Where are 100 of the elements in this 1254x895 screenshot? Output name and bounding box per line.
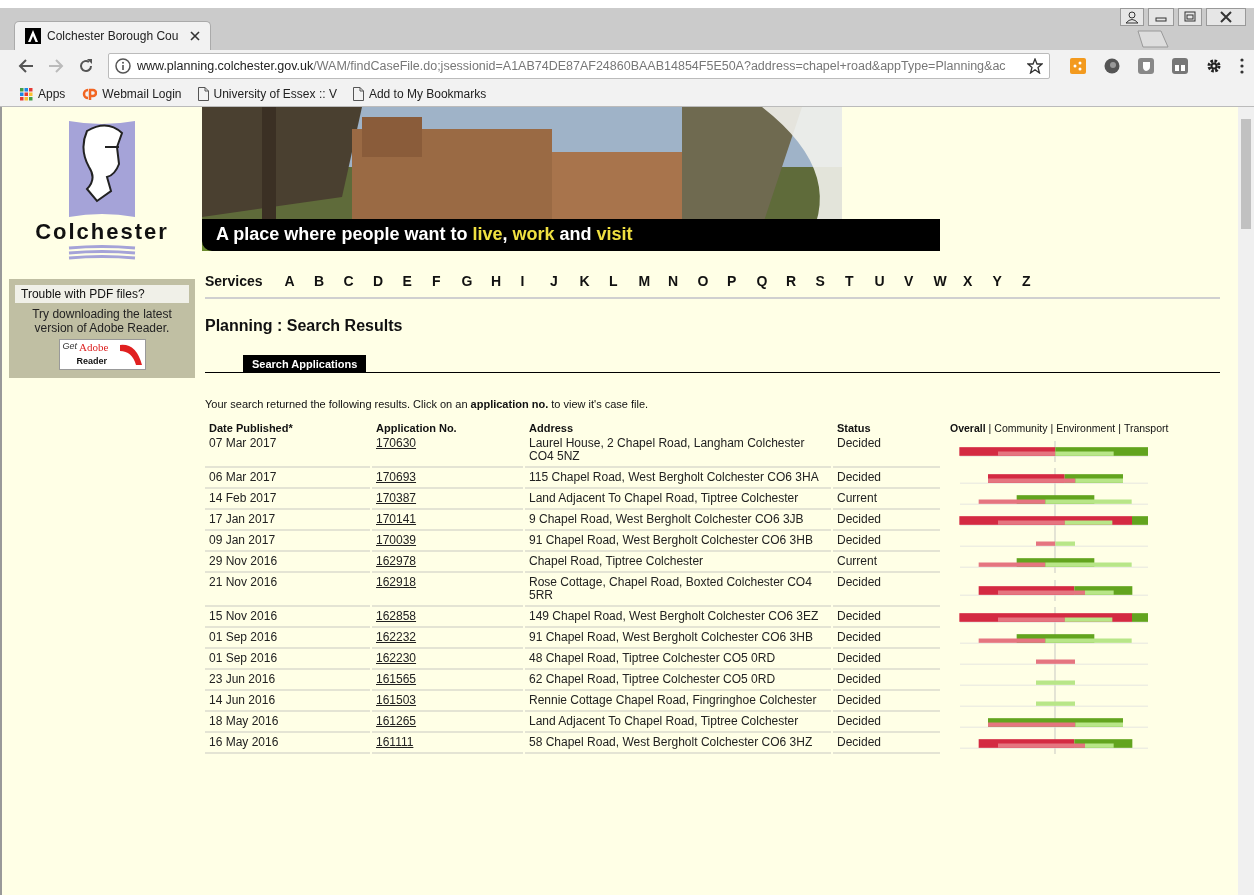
letter-link[interactable]: L <box>609 273 639 289</box>
page-icon <box>197 87 209 101</box>
letter-link[interactable]: X <box>963 273 993 289</box>
letter-link[interactable]: P <box>727 273 757 289</box>
banner-caption: A place where people want to live, work and visit <box>202 219 940 251</box>
application-link[interactable]: 162232 <box>376 630 417 644</box>
application-link[interactable]: 162978 <box>376 554 417 568</box>
application-link[interactable]: 161503 <box>376 693 417 707</box>
extension-icon[interactable] <box>1104 58 1120 74</box>
extension-icon[interactable] <box>1172 58 1188 74</box>
close-icon[interactable] <box>190 31 200 41</box>
favicon-icon <box>25 28 41 44</box>
application-link[interactable]: 161565 <box>376 672 417 686</box>
letter-link[interactable]: H <box>491 273 521 289</box>
reload-icon[interactable] <box>78 58 94 74</box>
table-cell: Decided <box>833 434 940 468</box>
letter-link[interactable]: T <box>845 273 875 289</box>
logo-emblem-icon <box>67 119 137 219</box>
separator-text: | <box>1118 422 1121 434</box>
menu-icon[interactable] <box>1240 58 1244 74</box>
page-icon <box>352 87 364 101</box>
table-cell: 23 Jun 2016 <box>205 670 370 691</box>
get-adobe-reader-link[interactable]: Get Adobe Reader <box>58 339 146 370</box>
letter-link[interactable]: Y <box>992 273 1023 289</box>
column-header: Address <box>528 421 575 434</box>
application-link[interactable]: 162918 <box>376 575 417 589</box>
chart-tab[interactable]: Overall <box>950 422 986 434</box>
search-applications-tab[interactable]: Search Applications <box>243 355 367 372</box>
letter-link[interactable]: F <box>432 273 462 289</box>
table-cell: 09 Jan 2017 <box>205 531 370 552</box>
letter-link[interactable]: S <box>815 273 846 289</box>
letter-link[interactable]: Z <box>1022 273 1052 289</box>
application-link[interactable]: 162230 <box>376 651 417 665</box>
application-link[interactable]: 161265 <box>376 714 417 728</box>
results-intro-text: Your search returned the following results. Click on an application no. to view it's case file. <box>205 398 650 410</box>
back-icon[interactable] <box>18 58 34 74</box>
table-cell: Land Adjacent To Chapel Road, Tiptree Colchester <box>525 489 831 510</box>
table-cell: Current <box>833 489 940 510</box>
application-link[interactable]: 162858 <box>376 609 417 623</box>
letter-link[interactable]: U <box>874 273 905 289</box>
table-cell: Laurel House, 2 Chapel Road, Langham Colchester CO4 5NZ <box>525 434 831 468</box>
apps-grid-icon <box>20 87 33 101</box>
maximize-icon[interactable] <box>1178 8 1202 26</box>
browser-tab[interactable]: Colchester Borough Cou <box>14 21 211 50</box>
letter-link[interactable]: V <box>904 273 934 289</box>
letter-link[interactable]: K <box>579 273 610 289</box>
wave-lines-icon <box>67 245 137 261</box>
bookmark-link[interactable]: Add to My Bookmarks <box>352 87 487 101</box>
table-cell: 9 Chapel Road, West Bergholt Colchester CO6 3JB <box>525 510 831 531</box>
extension-icon[interactable] <box>1138 58 1154 74</box>
star-icon[interactable] <box>1027 58 1043 74</box>
table-cell: Decided <box>833 531 940 552</box>
chart-tab[interactable]: Community <box>994 422 1048 434</box>
table-cell: Decided <box>833 712 940 733</box>
application-link[interactable]: 170630 <box>376 436 417 450</box>
table-cell: 58 Chapel Road, West Bergholt Colchester CO6 3HZ <box>525 733 831 754</box>
letter-link[interactable]: Q <box>756 273 787 289</box>
letter-link[interactable]: B <box>314 273 344 289</box>
table-cell: Current <box>833 552 940 573</box>
scrollbar[interactable] <box>1238 107 1254 895</box>
table-cell: Rennie Cottage Chapel Road, Fingringhoe Colchester <box>525 691 831 712</box>
settings-icon[interactable] <box>1206 58 1222 74</box>
application-link[interactable]: 170141 <box>376 512 417 526</box>
pdf-help-text: Try downloading the latest version of Adobe Reader. <box>31 307 173 335</box>
letter-link[interactable]: J <box>550 273 580 289</box>
chart-tab[interactable]: Environment <box>1056 422 1116 434</box>
letter-link[interactable]: O <box>697 273 728 289</box>
letter-link[interactable]: D <box>373 273 403 289</box>
letter-link[interactable]: M <box>638 273 669 289</box>
letter-link[interactable]: N <box>668 273 698 289</box>
user-icon[interactable] <box>1120 8 1144 26</box>
application-link[interactable]: 170387 <box>376 491 417 505</box>
services-link[interactable]: Services <box>205 273 263 289</box>
letter-link[interactable]: R <box>786 273 816 289</box>
letter-link[interactable]: G <box>461 273 492 289</box>
letter-link[interactable]: W <box>933 273 964 289</box>
webmail-icon <box>81 88 98 100</box>
letter-link[interactable]: C <box>343 273 374 289</box>
letter-link[interactable]: A <box>284 273 315 289</box>
application-link[interactable]: 161111 <box>376 735 414 749</box>
letter-link[interactable]: I <box>520 273 551 289</box>
bookmark-link[interactable]: University of Essex :: V <box>197 87 337 101</box>
application-link[interactable]: 170039 <box>376 533 417 547</box>
chart-tab[interactable]: Transport <box>1123 422 1169 434</box>
scrollbar-thumb[interactable] <box>1241 119 1251 229</box>
address-bar[interactable]: www.planning.colchester.gov.uk/WAM/findCaseFile.do;jsessionid=A1AB74DE87AF24860BAAB14854F5E50A?address=chapel+road&appType=Planning&ac <box>108 53 1050 79</box>
table-cell: 91 Chapel Road, West Bergholt Colchester CO6 3HB <box>525 531 831 552</box>
bookmark-link[interactable]: Apps <box>20 87 66 101</box>
application-link[interactable]: 170693 <box>376 470 417 484</box>
table-cell: 91 Chapel Road, West Bergholt Colchester CO6 3HB <box>525 628 831 649</box>
letter-link[interactable]: E <box>402 273 433 289</box>
separator-text: | <box>1050 422 1054 434</box>
close-icon[interactable] <box>1206 8 1246 26</box>
table-cell: Decided <box>833 628 940 649</box>
table-cell: Land Adjacent To Chapel Road, Tiptree Colchester <box>525 712 831 733</box>
logo-text: Colchester <box>35 219 169 245</box>
table-cell: 115 Chapel Road, West Bergholt Colchester CO6 3HA <box>525 468 831 489</box>
bookmark-link[interactable]: Webmail Login <box>81 87 182 101</box>
table-cell: 14 Jun 2016 <box>205 691 370 712</box>
table-cell: 62 Chapel Road, Tiptree Colchester CO5 0RD <box>525 670 831 691</box>
